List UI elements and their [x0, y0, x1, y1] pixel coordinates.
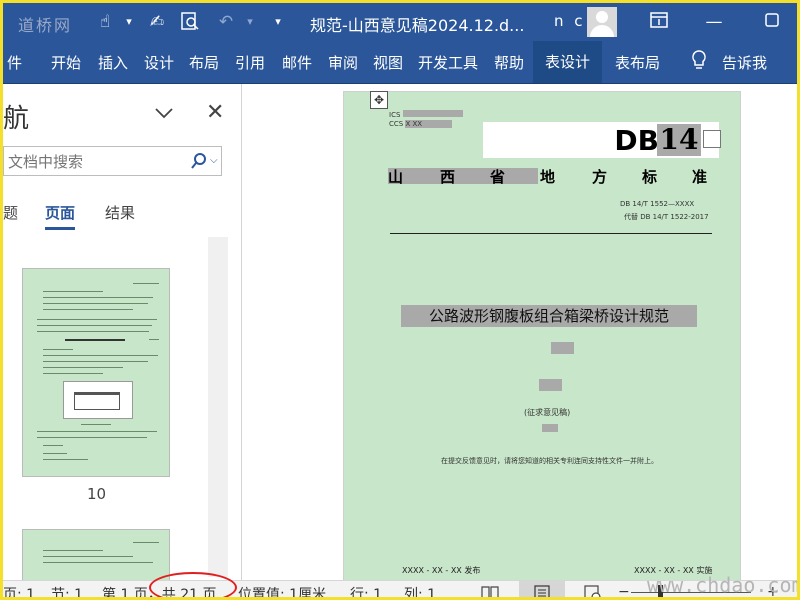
tab-design[interactable]: 设计	[144, 52, 174, 73]
tab-references[interactable]: 引用	[235, 52, 265, 73]
undo-icon[interactable]: ↶	[215, 11, 237, 33]
maximize-icon[interactable]	[761, 11, 783, 33]
placeholder-block	[551, 342, 574, 354]
thumbnail-figure	[63, 381, 133, 419]
patent-notice: 在提交反馈意见时，请将您知道的相关专利连同支持性文件一并附上。	[441, 457, 658, 465]
tab-pages[interactable]: 页面	[45, 202, 75, 223]
document-title: 规范-山西意见稿2024.12.d...	[310, 16, 525, 35]
search-box[interactable]: ⌵	[3, 146, 222, 176]
placeholder-block	[542, 424, 558, 432]
undo-dropdown-icon[interactable]: ▾	[239, 11, 261, 33]
tab-layout[interactable]: 布局	[189, 52, 219, 73]
status-section[interactable]: 节: 1	[51, 584, 83, 597]
table-checkbox[interactable]	[703, 130, 721, 148]
tab-headings[interactable]: 题	[3, 202, 18, 223]
tell-me-search[interactable]: 告诉我	[722, 52, 767, 73]
status-page[interactable]: 页: 1	[3, 584, 35, 597]
close-icon[interactable]: ✕	[206, 100, 224, 125]
tab-insert[interactable]: 插入	[98, 52, 128, 73]
search-input[interactable]	[6, 150, 180, 174]
qat-dropdown-icon[interactable]: ▾	[118, 11, 140, 33]
ribbon-tabs: 件 开始 插入 设计 布局 引用 邮件 审阅 视图 开发工具 帮助 表设计 表布…	[3, 41, 797, 84]
site-watermark: www.chdao.com	[647, 573, 800, 597]
placeholder-block	[539, 379, 562, 391]
avatar[interactable]	[587, 7, 617, 37]
status-line[interactable]: 行: 1	[350, 584, 382, 597]
watermark-logo: 道桥网	[18, 16, 73, 35]
tab-table-design[interactable]: 表设计	[533, 41, 603, 84]
document-area[interactable]: ICS CCS X XX DB 14 山 西 省 地 方 标 准 DB 14/T…	[242, 84, 797, 580]
touch-mode-icon[interactable]: ☝	[94, 11, 116, 33]
thumbnail-page-number: 10	[87, 485, 107, 503]
tab-review[interactable]: 审阅	[328, 52, 358, 73]
tab-results[interactable]: 结果	[105, 202, 135, 223]
document-page[interactable]: ICS CCS X XX DB 14 山 西 省 地 方 标 准 DB 14/T…	[343, 91, 741, 580]
replaces-standard: 代替 DB 14/T 1522-2017	[624, 213, 709, 221]
status-position[interactable]: 位置值: 1厘米	[238, 584, 326, 597]
word-window: 道桥网 ☝ ▾ ✍ ↶ ▾ ▾ 规范-山西意见稿2024.12.d... n c…	[0, 0, 800, 600]
print-layout-icon[interactable]	[519, 581, 565, 597]
chevron-down-icon[interactable]	[153, 102, 175, 124]
tab-mailings[interactable]: 邮件	[282, 52, 312, 73]
document-number: DB 14/T 1552—XXXX	[620, 200, 695, 208]
spelling-icon[interactable]: ✍	[146, 11, 168, 33]
zoom-out-icon[interactable]: −	[618, 584, 630, 597]
standard-title: 公路波形钢腹板组合箱梁桥设计规范	[401, 305, 697, 327]
tab-view[interactable]: 视图	[373, 52, 403, 73]
table-move-handle-icon[interactable]: ✥	[370, 91, 388, 109]
db-label: DB	[614, 124, 659, 157]
minimize-icon[interactable]: —	[703, 11, 725, 33]
active-tab-indicator	[45, 227, 75, 230]
lightbulb-icon	[691, 50, 707, 75]
page-thumbnail[interactable]	[22, 268, 170, 477]
read-mode-icon[interactable]	[476, 581, 504, 597]
ics-label: ICS	[389, 110, 463, 119]
issue-date: XXXX - XX - XX 发布	[402, 566, 481, 575]
user-name[interactable]: n c	[554, 12, 586, 30]
tab-file[interactable]: 件	[7, 52, 22, 73]
status-column[interactable]: 列: 1	[404, 584, 436, 597]
ribbon-display-options-icon[interactable]	[648, 11, 670, 33]
tab-table-layout[interactable]: 表布局	[615, 52, 660, 73]
ccs-label: CCS X XX	[389, 120, 453, 128]
customize-qat-icon[interactable]: ▾	[267, 11, 289, 33]
tab-help[interactable]: 帮助	[494, 52, 524, 73]
tab-developer[interactable]: 开发工具	[418, 52, 478, 73]
search-options-icon[interactable]: ⌵	[210, 155, 218, 166]
nav-pane-title: 航	[3, 104, 30, 134]
search-icon[interactable]	[190, 152, 208, 170]
thumbnails-scrollbar[interactable]	[208, 237, 228, 577]
tab-home[interactable]: 开始	[51, 52, 81, 73]
standard-type: 山 西 省 地 方 标 准	[388, 168, 709, 186]
db-number: 14	[657, 124, 701, 156]
navigation-pane: 航 ✕ ⌵ 题 页面 结果	[3, 84, 242, 591]
title-bar: 道桥网 ☝ ▾ ✍ ↶ ▾ ▾ 规范-山西意见稿2024.12.d... n c…	[3, 3, 797, 41]
page-count-highlight-circle	[149, 572, 237, 597]
web-layout-icon[interactable]	[578, 581, 606, 597]
header-rule	[390, 233, 712, 234]
draft-label: (征求意见稿)	[524, 408, 571, 417]
print-preview-icon[interactable]	[179, 11, 201, 33]
